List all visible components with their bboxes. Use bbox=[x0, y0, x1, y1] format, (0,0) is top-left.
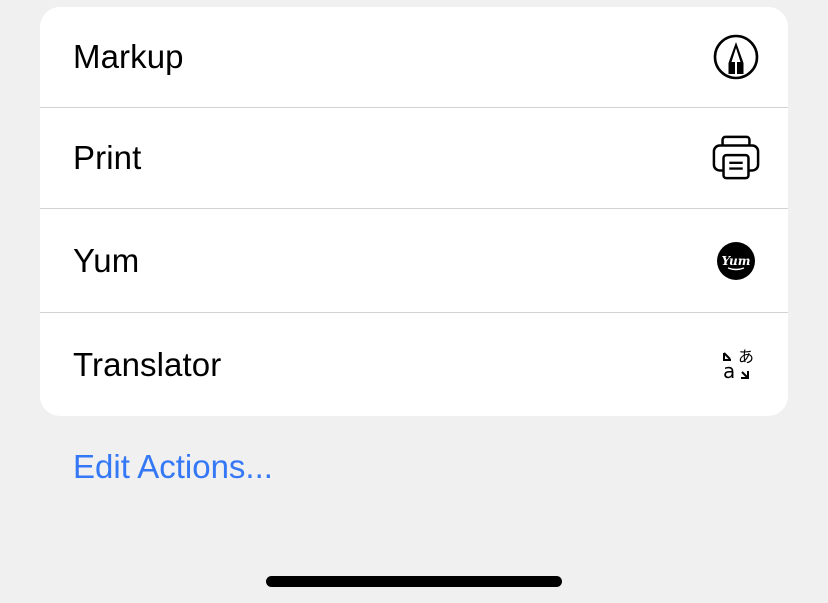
action-markup[interactable]: Markup bbox=[40, 7, 788, 108]
yum-app-icon: Yum bbox=[712, 237, 760, 285]
translate-icon: あ a bbox=[712, 341, 760, 389]
actions-list: Markup Print Yum Yum Translator あ a bbox=[40, 7, 788, 416]
markup-icon bbox=[712, 33, 760, 81]
edit-actions-link[interactable]: Edit Actions... bbox=[73, 448, 273, 486]
action-markup-label: Markup bbox=[73, 38, 184, 75]
svg-text:Yum: Yum bbox=[722, 254, 751, 268]
action-yum[interactable]: Yum Yum bbox=[40, 209, 788, 313]
action-translator[interactable]: Translator あ a bbox=[40, 313, 788, 416]
svg-text:あ: あ bbox=[738, 347, 754, 366]
home-indicator[interactable] bbox=[266, 576, 562, 587]
action-print-label: Print bbox=[73, 139, 142, 176]
printer-icon bbox=[712, 134, 760, 182]
svg-text:a: a bbox=[723, 359, 735, 383]
action-yum-label: Yum bbox=[73, 241, 140, 279]
action-print[interactable]: Print bbox=[40, 108, 788, 209]
action-translator-label: Translator bbox=[73, 345, 222, 383]
